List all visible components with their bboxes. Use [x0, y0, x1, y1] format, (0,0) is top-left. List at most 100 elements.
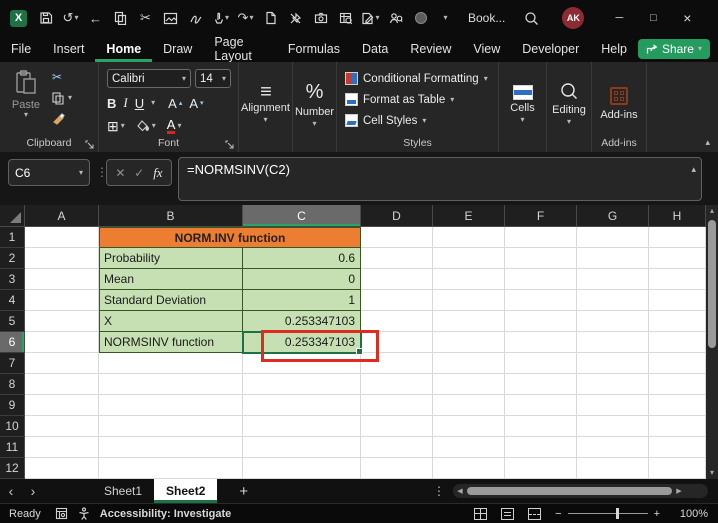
save-icon[interactable]: [33, 5, 58, 31]
cell-D11[interactable]: [361, 437, 433, 458]
maximize-icon[interactable]: □: [636, 3, 670, 33]
column-header-B[interactable]: B: [99, 205, 243, 227]
cell-D12[interactable]: [361, 458, 433, 479]
cell-A8[interactable]: [25, 374, 99, 395]
cell-H3[interactable]: [649, 269, 706, 290]
cell-C7[interactable]: [243, 353, 361, 374]
cell-D4[interactable]: [361, 290, 433, 311]
sheet-tab-sheet1[interactable]: Sheet1: [92, 479, 154, 503]
cancel-icon[interactable]: ✕: [115, 166, 125, 180]
sheet-tab-sheet2[interactable]: Sheet2: [154, 479, 217, 503]
scroll-right-icon[interactable]: ▶: [672, 487, 686, 495]
tab-home[interactable]: Home: [95, 36, 152, 62]
sheet-prev-icon[interactable]: ‹: [0, 483, 22, 499]
column-header-H[interactable]: H: [649, 205, 706, 227]
cell-H1[interactable]: [649, 227, 706, 248]
cell-G5[interactable]: [577, 311, 649, 332]
conditional-formatting-button[interactable]: Conditional Formatting▾: [345, 68, 498, 89]
new-sheet-button[interactable]: +: [239, 483, 248, 500]
cell-H5[interactable]: [649, 311, 706, 332]
vertical-scrollbar[interactable]: ▴ ▾: [706, 205, 718, 479]
cell-A7[interactable]: [25, 353, 99, 374]
cell-F9[interactable]: [505, 395, 577, 416]
cell-B12[interactable]: [99, 458, 243, 479]
column-header-G[interactable]: G: [577, 205, 649, 227]
name-box-dropdown-icon[interactable]: ▾: [79, 169, 83, 177]
cell-E4[interactable]: [433, 290, 505, 311]
insert-function-icon[interactable]: fx: [153, 165, 162, 181]
cell-D6[interactable]: [361, 332, 433, 353]
cell-A12[interactable]: [25, 458, 99, 479]
column-header-E[interactable]: E: [433, 205, 505, 227]
font-size-combo[interactable]: 14▾: [195, 69, 231, 88]
font-color-button[interactable]: A ▾: [167, 118, 182, 135]
bold-button[interactable]: B: [107, 96, 116, 111]
cell-C10[interactable]: [243, 416, 361, 437]
copy-button[interactable]: ▾: [52, 91, 72, 105]
font-name-combo[interactable]: Calibri▾: [107, 69, 191, 88]
cell-C2[interactable]: 0.6: [243, 248, 361, 269]
cell-A2[interactable]: [25, 248, 99, 269]
sheet-options-icon[interactable]: ⋮: [433, 484, 453, 498]
cell-H11[interactable]: [649, 437, 706, 458]
format-as-table-button[interactable]: Format as Table▾: [345, 89, 498, 110]
cell-A10[interactable]: [25, 416, 99, 437]
horizontal-scroll-thumb[interactable]: [467, 487, 672, 495]
cell-F10[interactable]: [505, 416, 577, 437]
ink-icon[interactable]: [183, 5, 208, 31]
table-lookup-icon[interactable]: [333, 5, 358, 31]
zoom-in-icon[interactable]: +: [654, 508, 660, 520]
cell-D3[interactable]: [361, 269, 433, 290]
underline-button[interactable]: U: [135, 96, 144, 111]
row-header-9[interactable]: 9: [0, 395, 25, 416]
tab-developer[interactable]: Developer: [511, 36, 590, 62]
cell-G1[interactable]: [577, 227, 649, 248]
paste-button[interactable]: Paste ▾: [8, 70, 44, 132]
cell-styles-button[interactable]: Cell Styles▾: [345, 110, 498, 131]
cell-H9[interactable]: [649, 395, 706, 416]
record-icon[interactable]: [408, 5, 433, 31]
shrink-font-button[interactable]: A▾: [189, 96, 203, 111]
cell-A3[interactable]: [25, 269, 99, 290]
cells-button[interactable]: Cells ▾: [499, 62, 546, 152]
font-dialog-launcher-icon[interactable]: [225, 140, 234, 149]
avatar[interactable]: AK: [562, 7, 584, 29]
row-header-2[interactable]: 2: [0, 248, 25, 269]
cell-E5[interactable]: [433, 311, 505, 332]
cell-C3[interactable]: 0: [243, 269, 361, 290]
screenshot-icon[interactable]: [158, 5, 183, 31]
cell-F4[interactable]: [505, 290, 577, 311]
back-icon[interactable]: ←: [83, 5, 108, 31]
scroll-up-icon[interactable]: ▴: [710, 205, 714, 217]
cell-E7[interactable]: [433, 353, 505, 374]
row-header-8[interactable]: 8: [0, 374, 25, 395]
cell-G10[interactable]: [577, 416, 649, 437]
cell-E1[interactable]: [433, 227, 505, 248]
cell-B11[interactable]: [99, 437, 243, 458]
cell-A1[interactable]: [25, 227, 99, 248]
cell-B7[interactable]: [99, 353, 243, 374]
cell-G7[interactable]: [577, 353, 649, 374]
row-header-3[interactable]: 3: [0, 269, 25, 290]
cell-G8[interactable]: [577, 374, 649, 395]
italic-button[interactable]: I: [123, 95, 127, 111]
cell-D1[interactable]: [361, 227, 433, 248]
page-layout-view-icon[interactable]: [501, 508, 514, 520]
tab-review[interactable]: Review: [399, 36, 462, 62]
cell-H2[interactable]: [649, 248, 706, 269]
cell-G4[interactable]: [577, 290, 649, 311]
cell-E8[interactable]: [433, 374, 505, 395]
underline-dropdown-icon[interactable]: ▾: [151, 99, 155, 107]
cell-F3[interactable]: [505, 269, 577, 290]
collapse-ribbon-icon[interactable]: ▴: [705, 137, 710, 148]
cell-C11[interactable]: [243, 437, 361, 458]
cell-D10[interactable]: [361, 416, 433, 437]
cell-E6[interactable]: [433, 332, 505, 353]
cell-table-title[interactable]: NORM.INV function: [99, 227, 361, 248]
expand-formula-bar-icon[interactable]: ▴: [691, 164, 696, 175]
row-header-10[interactable]: 10: [0, 416, 25, 437]
tab-file[interactable]: File: [0, 36, 42, 62]
share-button[interactable]: Share ▾: [638, 39, 710, 59]
sheet-next-icon[interactable]: ›: [22, 483, 44, 499]
alignment-button[interactable]: ≡ Alignment ▾: [239, 62, 292, 152]
